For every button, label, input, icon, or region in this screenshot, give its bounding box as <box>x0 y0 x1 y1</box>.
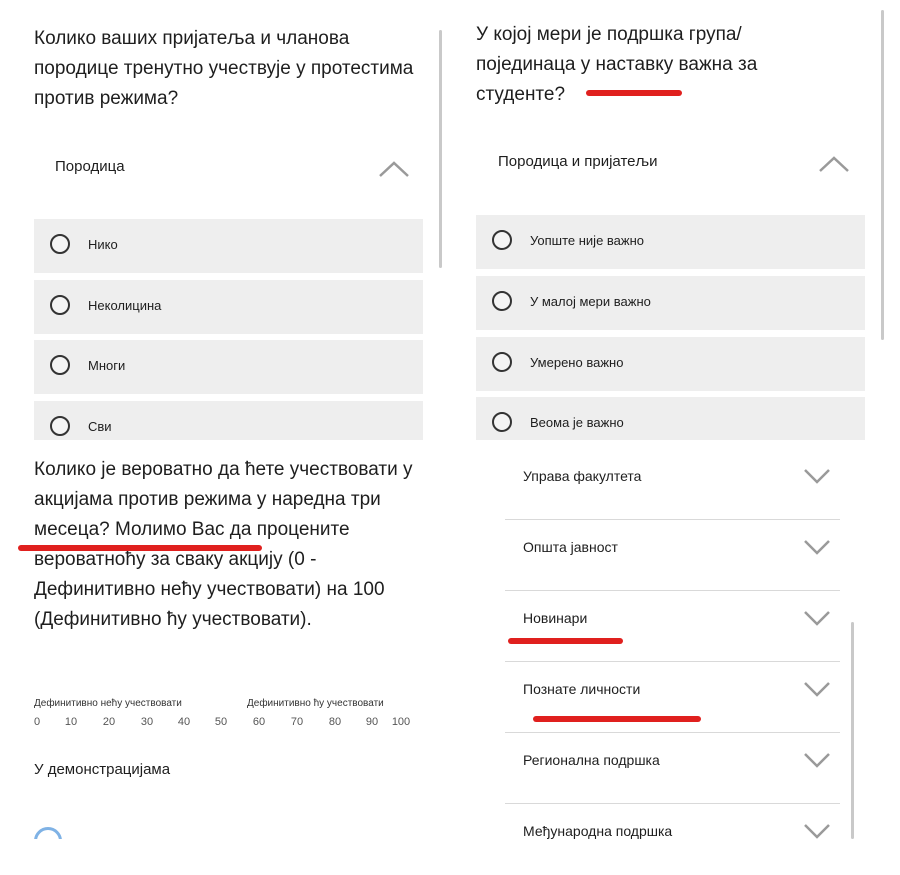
radio-circle-icon[interactable] <box>492 352 512 372</box>
scrollbar[interactable] <box>881 10 884 340</box>
radio-circle-icon[interactable] <box>50 416 70 436</box>
scale-tick: 70 <box>290 716 304 728</box>
scale-tick: 20 <box>102 716 116 728</box>
group-uprava-fakulteta[interactable]: Управа факултета <box>505 450 840 520</box>
option-label: Нико <box>88 237 118 252</box>
option-label: Веома је важно <box>530 415 624 430</box>
radio-circle-icon[interactable] <box>492 291 512 311</box>
annotation-underline <box>586 90 682 96</box>
option-label: Многи <box>88 358 126 373</box>
scale-tick: 60 <box>252 716 266 728</box>
annotation-underline <box>18 545 262 551</box>
option-label: Умерено важно <box>530 355 624 370</box>
scale-tick: 10 <box>64 716 78 728</box>
chevron-down-icon[interactable] <box>803 681 831 697</box>
divider <box>505 519 840 520</box>
radio-circle-icon[interactable] <box>50 295 70 315</box>
option-u-maloj-meri[interactable]: У малој мери важно <box>476 276 865 330</box>
chevron-up-icon[interactable] <box>378 160 410 178</box>
scale-tick: 90 <box>365 716 379 728</box>
chevron-down-icon[interactable] <box>803 539 831 555</box>
scale-tick: 50 <box>214 716 228 728</box>
scrollbar[interactable] <box>851 622 854 839</box>
group-label: Управа факултета <box>523 468 642 484</box>
slider-handle[interactable] <box>34 827 62 839</box>
option-veoma-vazno[interactable]: Веома је важно <box>476 397 865 440</box>
slider-item-label: У демонстрацијама <box>34 761 171 778</box>
question-text: У којој мери је подршка група/ појединац… <box>476 24 758 105</box>
scale-tick: 100 <box>391 716 411 728</box>
option-niko[interactable]: Нико <box>34 219 423 273</box>
option-umereno-vazno[interactable]: Умерено важно <box>476 337 865 391</box>
option-svi[interactable]: Сви <box>34 401 423 440</box>
section-title: Породица <box>55 158 125 175</box>
chevron-down-icon[interactable] <box>803 752 831 768</box>
radio-circle-icon[interactable] <box>492 230 512 250</box>
question-text: Колико ваших пријатеља и чланова породиц… <box>34 28 414 109</box>
divider <box>505 803 840 804</box>
radio-circle-icon[interactable] <box>492 412 512 432</box>
group-regionalna-podrska[interactable]: Регионална подршка <box>505 734 840 804</box>
panel-friends-family-question: Колико ваших пријатеља и чланова породиц… <box>0 0 450 440</box>
scale-tick: 40 <box>177 716 191 728</box>
group-poznate-licnosti[interactable]: Познате личности <box>505 663 840 733</box>
annotation-underline <box>533 716 701 722</box>
option-label: Сви <box>88 419 112 434</box>
scrollbar[interactable] <box>439 30 442 268</box>
panel-protest-likelihood-question: Колико је вероватно да ћете учествовати … <box>0 445 450 839</box>
chevron-down-icon[interactable] <box>803 823 831 839</box>
group-label: Новинари <box>523 610 588 626</box>
section-title: Породица и пријатељи <box>498 153 658 170</box>
radio-circle-icon[interactable] <box>50 234 70 254</box>
option-mnogi[interactable]: Многи <box>34 340 423 394</box>
group-label: Познате личности <box>523 681 641 697</box>
scale-left-label: Дефинитивно нећу учествовати <box>34 698 182 709</box>
scale-right-label: Дефинитивно ћу учествовати <box>247 698 384 709</box>
group-label: Регионална подршка <box>523 752 660 768</box>
option-uopste-nije-vazno[interactable]: Уопште није важно <box>476 215 865 269</box>
radio-circle-icon[interactable] <box>50 355 70 375</box>
group-medjunarodna-podrska[interactable]: Међународна подршка <box>505 805 840 875</box>
divider <box>505 732 840 733</box>
option-label: Уопште није важно <box>530 233 645 248</box>
panel-support-importance-question: У којој мери је подршка група/ појединац… <box>458 0 900 440</box>
option-nekolicina[interactable]: Неколицина <box>34 280 423 334</box>
group-novinari[interactable]: Новинари <box>505 592 840 662</box>
group-label: Општа јавност <box>523 539 618 555</box>
scale-tick: 80 <box>328 716 342 728</box>
group-label: Међународна подршка <box>523 823 673 839</box>
scale-tick: 30 <box>140 716 154 728</box>
annotation-underline <box>508 638 623 644</box>
group-opsta-javnost[interactable]: Општа јавност <box>505 521 840 591</box>
chevron-down-icon[interactable] <box>803 468 831 484</box>
scale-tick: 0 <box>33 716 41 728</box>
option-label: У малој мери важно <box>530 294 651 309</box>
option-label: Неколицина <box>88 298 162 313</box>
chevron-down-icon[interactable] <box>803 610 831 626</box>
divider <box>505 661 840 662</box>
divider <box>505 590 840 591</box>
chevron-up-icon[interactable] <box>818 155 850 173</box>
